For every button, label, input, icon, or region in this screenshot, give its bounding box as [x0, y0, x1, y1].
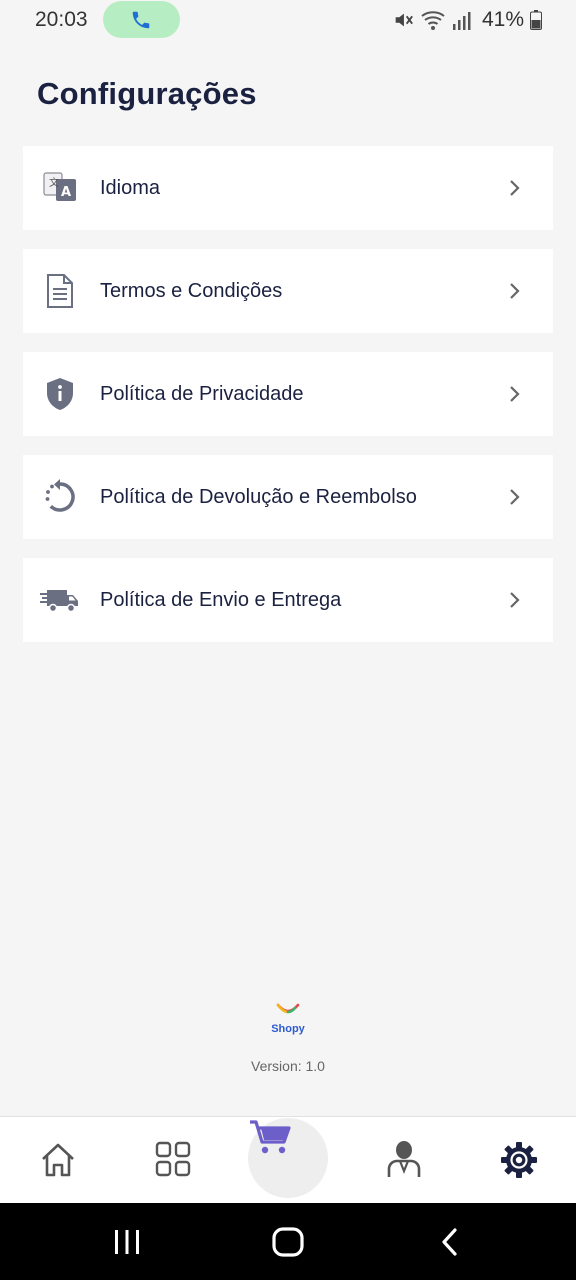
settings-item-label: Idioma: [100, 176, 161, 199]
battery-percentage: 41%: [481, 8, 524, 31]
settings-item-label: Política de Envio e Entrega: [100, 588, 342, 611]
cart-icon: [250, 1120, 291, 1154]
ongoing-call-pill[interactable]: [103, 1, 180, 38]
mute-icon: [395, 13, 413, 27]
settings-item-terms[interactable]: Termos e Condições: [23, 249, 553, 333]
document-icon: [47, 274, 73, 308]
nav-home[interactable]: [18, 1117, 98, 1204]
status-bar: 20:03 41%: [0, 0, 576, 40]
android-navigation-bar: [0, 1203, 576, 1280]
nav-settings[interactable]: [478, 1117, 558, 1204]
home-icon: [42, 1143, 74, 1177]
app-version: Version: 1.0: [251, 1058, 325, 1074]
svg-text:文: 文: [49, 176, 59, 189]
phone-icon: [132, 11, 150, 29]
status-icons: 41%: [392, 6, 542, 34]
translate-icon: 文 A: [43, 172, 76, 201]
settings-item-label: Política de Privacidade: [100, 382, 304, 405]
settings-item-privacy[interactable]: Política de Privacidade: [23, 352, 553, 436]
chevron-right-icon: [510, 180, 520, 196]
settings-item-label: Termos e Condições: [100, 279, 283, 302]
svg-text:A: A: [61, 185, 71, 200]
recent-apps-icon[interactable]: [113, 1229, 141, 1255]
settings-item-shipping[interactable]: Política de Envio e Entrega: [23, 558, 553, 642]
chevron-right-icon: [510, 386, 520, 402]
chevron-right-icon: [510, 489, 520, 505]
truck-icon: [40, 590, 78, 613]
nav-profile[interactable]: [363, 1117, 443, 1204]
gear-icon: [501, 1142, 537, 1178]
bottom-navigation: [0, 1116, 576, 1203]
smile-logo-icon: [276, 1003, 300, 1014]
return-icon: [45, 479, 75, 512]
signal-icon: [452, 12, 471, 30]
shield-info-icon: [47, 378, 73, 410]
user-icon: [387, 1141, 421, 1177]
settings-item-language[interactable]: 文 A Idioma: [23, 146, 553, 230]
grid-icon: [155, 1141, 191, 1177]
page-title: Configurações: [37, 76, 257, 111]
settings-item-returns[interactable]: Política de Devolução e Reembolso: [23, 455, 553, 539]
settings-list: 文 A Idioma Termos e Condições Política d…: [23, 146, 553, 661]
status-time: 20:03: [35, 8, 88, 31]
nav-categories[interactable]: [133, 1117, 213, 1204]
nav-cart[interactable]: [248, 1118, 328, 1198]
home-button-icon[interactable]: [272, 1227, 304, 1257]
brand-logo: Shopy: [265, 1002, 311, 1035]
settings-item-label: Política de Devolução e Reembolso: [100, 485, 417, 508]
chevron-right-icon: [510, 592, 520, 608]
back-icon[interactable]: [439, 1228, 461, 1256]
wifi-icon: [421, 11, 445, 30]
brand-name: Shopy: [271, 1023, 305, 1035]
battery-icon: [530, 10, 542, 30]
chevron-right-icon: [510, 283, 520, 299]
